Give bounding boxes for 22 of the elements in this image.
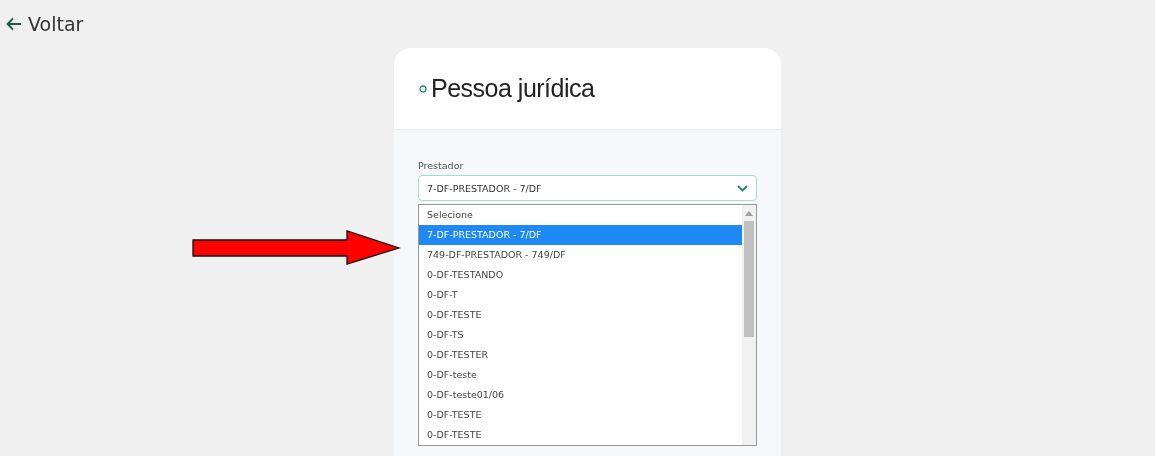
dropdown-option[interactable]: 0-DF-TESTE [419, 425, 742, 445]
circle-icon [419, 84, 427, 93]
dropdown-option[interactable]: Selecione [419, 205, 742, 225]
dropdown-option[interactable]: 0-DF-TESTE [419, 405, 742, 425]
dropdown-option[interactable]: 0-DF-TESTANDO [419, 265, 742, 285]
card-title: Pessoa jurídica [431, 74, 595, 103]
dropdown-option[interactable]: 0-DF-teste01/06 [419, 385, 742, 405]
scroll-up-icon[interactable] [745, 211, 753, 216]
select-field[interactable]: 7-DF-PRESTADOR - 7/DF [418, 175, 757, 201]
scrollbar-thumb[interactable] [744, 221, 754, 337]
dropdown-option[interactable]: 0-DF-teste [419, 365, 742, 385]
field-label: Prestador [418, 160, 464, 171]
dropdown-option[interactable]: 0-DF-TESTE [419, 305, 742, 325]
back-arrow-icon[interactable] [6, 17, 22, 31]
scrollbar[interactable] [742, 205, 756, 445]
back-link[interactable]: Voltar [28, 13, 84, 35]
dropdown-option[interactable]: 0-DF-TESTER [419, 345, 742, 365]
chevron-down-icon [737, 184, 748, 192]
dropdown-option[interactable]: 7-DF-PRESTADOR - 7/DF [419, 225, 742, 245]
dropdown-option[interactable]: 749-DF-PRESTADOR - 749/DF [419, 245, 742, 265]
dropdown-option[interactable]: 0-DF-TS [419, 325, 742, 345]
dropdown-option[interactable]: 0-DF-T [419, 285, 742, 305]
